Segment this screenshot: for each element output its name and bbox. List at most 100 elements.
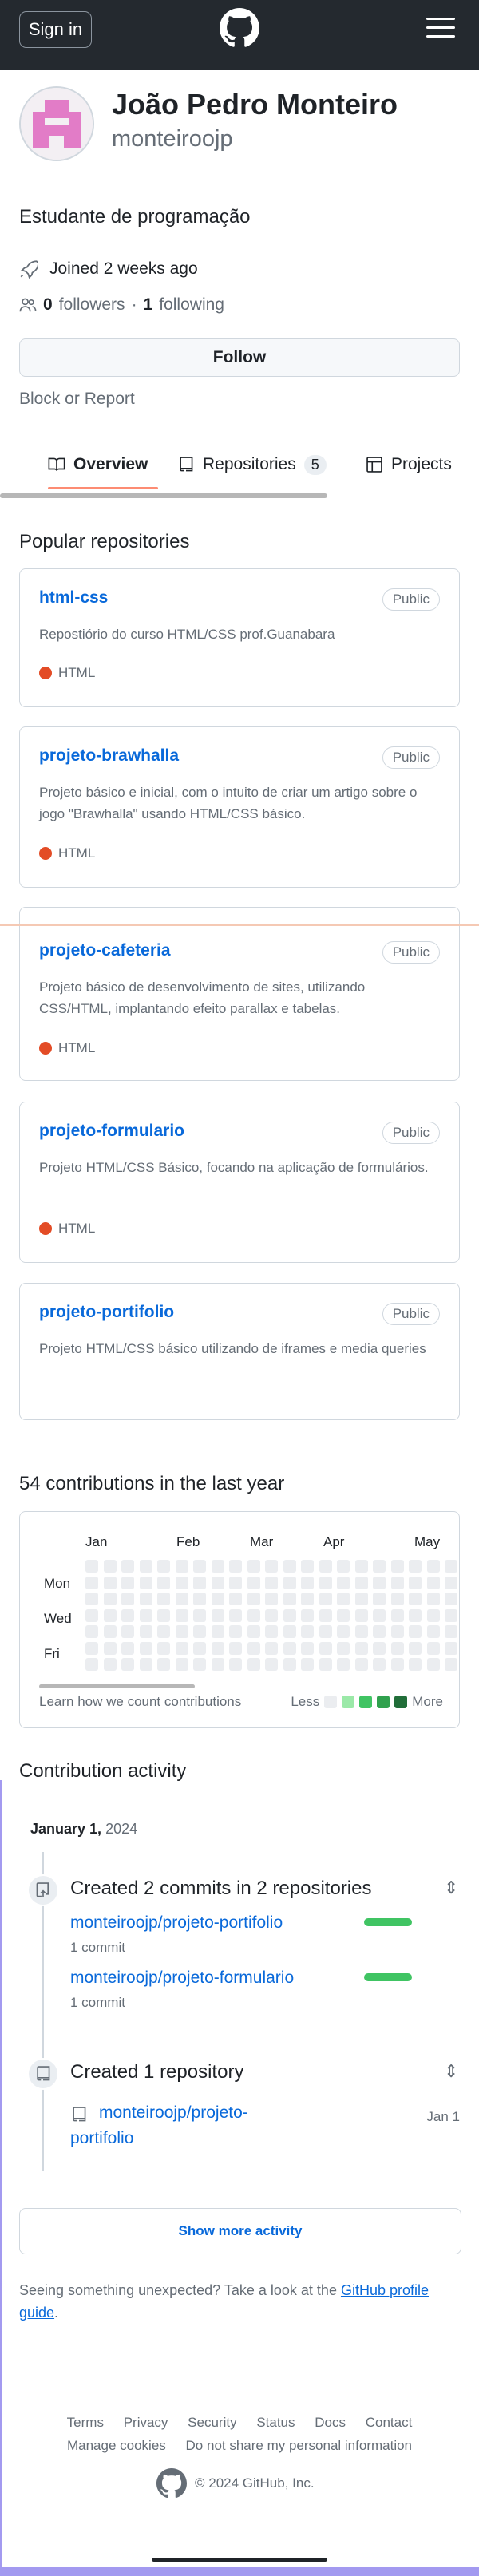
show-more-activity-button[interactable]: Show more activity — [19, 2208, 461, 2254]
repo-link[interactable]: html-css — [39, 588, 108, 607]
contribution-cell[interactable] — [337, 1576, 350, 1589]
followers-link[interactable]: followers — [59, 295, 125, 315]
tab-repositories[interactable]: Repositories 5 — [177, 447, 327, 482]
contribution-cell[interactable] — [229, 1658, 242, 1671]
commit-repo-link[interactable]: monteiroojp/projeto-portifolio — [70, 1913, 283, 1933]
contribution-cell[interactable] — [121, 1560, 134, 1573]
contribution-cell[interactable] — [373, 1641, 386, 1655]
tabs-scrollbar[interactable] — [0, 493, 327, 498]
contribution-cell[interactable] — [354, 1658, 368, 1671]
contribution-cell[interactable] — [193, 1593, 206, 1605]
contribution-cell[interactable] — [301, 1658, 314, 1671]
contribution-cell[interactable] — [426, 1593, 440, 1605]
contribution-cell[interactable] — [409, 1560, 422, 1573]
contribution-cell[interactable] — [85, 1658, 98, 1671]
contribution-cell[interactable] — [103, 1658, 117, 1671]
contribution-cell[interactable] — [426, 1609, 440, 1622]
contribution-cell[interactable] — [247, 1593, 260, 1605]
contribution-cell[interactable] — [390, 1593, 404, 1605]
contribution-cell[interactable] — [229, 1625, 242, 1638]
contribution-cell[interactable] — [193, 1658, 206, 1671]
contribution-cell[interactable] — [247, 1641, 260, 1655]
contribution-cell[interactable] — [193, 1625, 206, 1638]
contribution-cell[interactable] — [409, 1576, 422, 1589]
contribution-cell[interactable] — [319, 1593, 332, 1605]
contribution-cell[interactable] — [211, 1576, 224, 1589]
contribution-cell[interactable] — [265, 1609, 278, 1622]
contribution-cell[interactable] — [390, 1658, 404, 1671]
contribution-cell[interactable] — [319, 1641, 332, 1655]
graph-scrollbar[interactable] — [39, 1684, 195, 1688]
contribution-cell[interactable] — [139, 1641, 152, 1655]
contribution-cell[interactable] — [193, 1576, 206, 1589]
contribution-cell[interactable] — [103, 1625, 117, 1638]
contribution-cell[interactable] — [354, 1641, 368, 1655]
following-count[interactable]: 1 — [144, 295, 153, 315]
contribution-cell[interactable] — [103, 1576, 117, 1589]
contribution-cell[interactable] — [229, 1641, 242, 1655]
learn-contributions-link[interactable]: Learn how we count contributions — [39, 1694, 241, 1710]
contribution-cell[interactable] — [229, 1609, 242, 1622]
contribution-cell[interactable] — [157, 1593, 170, 1605]
contribution-cell[interactable] — [157, 1609, 170, 1622]
contribution-cell[interactable] — [175, 1560, 188, 1573]
footer-link-security[interactable]: Security — [188, 2415, 236, 2430]
contribution-cell[interactable] — [390, 1560, 404, 1573]
contribution-cell[interactable] — [211, 1641, 224, 1655]
contribution-cell[interactable] — [445, 1593, 457, 1605]
contribution-cell[interactable] — [354, 1625, 368, 1638]
contribution-cell[interactable] — [247, 1576, 260, 1589]
contribution-cell[interactable] — [426, 1560, 440, 1573]
contribution-cell[interactable] — [247, 1609, 260, 1622]
contribution-cell[interactable] — [265, 1593, 278, 1605]
contribution-cell[interactable] — [139, 1609, 152, 1622]
commit-count[interactable]: 1 commit — [70, 1995, 125, 2011]
footer-link-terms[interactable]: Terms — [67, 2415, 104, 2430]
contribution-cell[interactable] — [247, 1625, 260, 1638]
contribution-cell[interactable] — [139, 1593, 152, 1605]
contribution-cell[interactable] — [85, 1641, 98, 1655]
contribution-cell[interactable] — [301, 1609, 314, 1622]
contribution-cell[interactable] — [337, 1609, 350, 1622]
commit-count[interactable]: 1 commit — [70, 1940, 125, 1956]
contribution-cell[interactable] — [175, 1609, 188, 1622]
contribution-cell[interactable] — [319, 1576, 332, 1589]
github-mark-icon[interactable] — [220, 8, 259, 48]
contribution-cell[interactable] — [301, 1576, 314, 1589]
footer-link-do-not-share[interactable]: Do not share my personal information — [186, 2438, 412, 2453]
contribution-cell[interactable] — [373, 1576, 386, 1589]
contribution-cell[interactable] — [354, 1560, 368, 1573]
contribution-cell[interactable] — [211, 1609, 224, 1622]
contribution-cell[interactable] — [301, 1625, 314, 1638]
contribution-cell[interactable] — [373, 1593, 386, 1605]
repo-link[interactable]: projeto-formulario — [39, 1122, 184, 1141]
contribution-cell[interactable] — [103, 1593, 117, 1605]
footer-link-docs[interactable]: Docs — [315, 2415, 346, 2430]
contribution-cell[interactable] — [121, 1658, 134, 1671]
contribution-cell[interactable] — [139, 1576, 152, 1589]
contribution-cell[interactable] — [409, 1641, 422, 1655]
created-repo-link-cont[interactable]: portifolio — [70, 2129, 133, 2148]
contribution-cell[interactable] — [193, 1560, 206, 1573]
home-indicator[interactable] — [152, 2558, 327, 2562]
contribution-cell[interactable] — [157, 1560, 170, 1573]
contribution-cell[interactable] — [121, 1609, 134, 1622]
contribution-cell[interactable] — [445, 1625, 457, 1638]
contribution-cell[interactable] — [445, 1576, 457, 1589]
follow-button[interactable]: Follow — [19, 338, 460, 377]
contribution-cell[interactable] — [283, 1625, 296, 1638]
contribution-cell[interactable] — [319, 1609, 332, 1622]
contribution-cell[interactable] — [85, 1560, 98, 1573]
commit-repo-link[interactable]: monteiroojp/projeto-formulario — [70, 1969, 294, 1988]
contribution-cell[interactable] — [373, 1560, 386, 1573]
following-link[interactable]: following — [159, 295, 224, 315]
contribution-cell[interactable] — [445, 1641, 457, 1655]
contribution-cell[interactable] — [229, 1560, 242, 1573]
contribution-cell[interactable] — [229, 1593, 242, 1605]
contribution-cell[interactable] — [229, 1576, 242, 1589]
contribution-cell[interactable] — [283, 1576, 296, 1589]
contribution-cell[interactable] — [319, 1560, 332, 1573]
contribution-cell[interactable] — [103, 1560, 117, 1573]
contribution-cell[interactable] — [85, 1593, 98, 1605]
repo-link[interactable]: projeto-cafeteria — [39, 941, 171, 960]
